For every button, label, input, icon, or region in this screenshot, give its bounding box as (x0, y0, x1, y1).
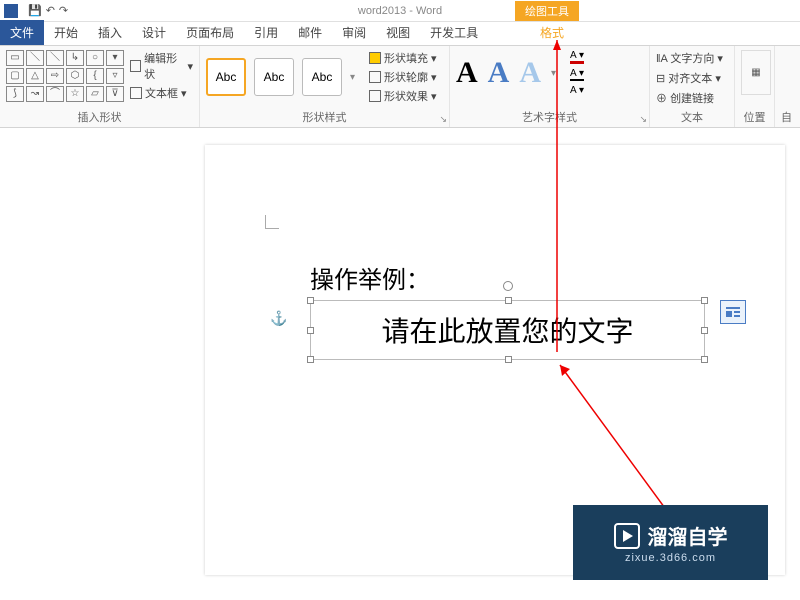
resize-handle-bm[interactable] (505, 356, 512, 363)
shape-brace-icon[interactable]: { (86, 68, 104, 84)
shape-c3-icon[interactable]: ⌒ (46, 86, 64, 102)
wordart-textbox[interactable]: 请在此放置您的文字 (310, 300, 705, 360)
shape-line2-icon[interactable]: ＼ (46, 50, 64, 66)
group-wrap-partial: 自 (775, 46, 789, 127)
group-label-text: 文本 (656, 107, 728, 125)
margin-corner-mark (265, 215, 279, 229)
resize-handle-mr[interactable] (701, 327, 708, 334)
shape-style-preset-1[interactable]: Abc (206, 58, 246, 96)
word-app-icon (4, 4, 18, 18)
shape-conn-icon[interactable]: ↳ (66, 50, 84, 66)
shape-styles-launcher-icon[interactable]: ↘ (439, 114, 447, 125)
tab-references[interactable]: 引用 (244, 20, 288, 45)
group-label-shapes: 插入形状 (6, 107, 193, 125)
tab-mailings[interactable]: 邮件 (288, 20, 332, 45)
wordart-preset-1[interactable]: A (456, 56, 478, 90)
anchor-icon[interactable]: ⚓ (270, 310, 287, 327)
wordart-launcher-icon[interactable]: ↘ (639, 114, 647, 125)
group-wordart-styles: A A A ▾ A ▾ A ▾ A ▾ 艺术字样式 ↘ (450, 46, 650, 127)
rotate-handle[interactable] (503, 281, 513, 291)
shape-effects-button[interactable]: 形状效果 ▾ (369, 88, 437, 104)
text-box-button[interactable]: 文本框 ▾ (130, 85, 193, 101)
resize-handle-bl[interactable] (307, 356, 314, 363)
wordart-preset-2[interactable]: A (488, 56, 510, 90)
text-fill-icon[interactable]: A ▾ (570, 50, 584, 64)
resize-handle-tl[interactable] (307, 297, 314, 304)
shape-outline-button[interactable]: 形状轮廓 ▾ (369, 69, 437, 85)
tab-design[interactable]: 设计 (132, 20, 176, 45)
tab-view[interactable]: 视图 (376, 20, 420, 45)
shape-hex-icon[interactable]: ⬡ (66, 68, 84, 84)
shape-c1-icon[interactable]: ⟆ (6, 86, 24, 102)
tab-developer[interactable]: 开发工具 (420, 20, 488, 45)
undo-icon[interactable]: ↶ (46, 4, 55, 17)
resize-handle-br[interactable] (701, 356, 708, 363)
quick-access-toolbar: 💾 ↶ ↷ (22, 4, 68, 17)
resize-handle-tr[interactable] (701, 297, 708, 304)
wordart-placeholder-text[interactable]: 请在此放置您的文字 (381, 310, 633, 350)
effects-icon (369, 90, 381, 102)
shape-rect-icon[interactable]: ▭ (6, 50, 24, 66)
shapes-gallery[interactable]: ▭ ＼ ＼ ↳ ○ ▾ ▢ △ ⇨ ⬡ { ▿ ⟆ ↝ ⌒ ☆ ▱ ⊽ (6, 50, 124, 102)
shape-arrow2-icon[interactable]: ⇨ (46, 68, 64, 84)
fill-icon (369, 52, 381, 64)
shape-style-preset-2[interactable]: Abc (254, 58, 294, 96)
group-label-position: 位置 (741, 107, 768, 125)
tab-layout[interactable]: 页面布局 (176, 20, 244, 45)
title-bar: 💾 ↶ ↷ word2013 - Word 绘图工具 (0, 0, 800, 22)
tab-home[interactable]: 开始 (44, 20, 88, 45)
group-text: ‖A 文字方向 ▾ ⊟ 对齐文本 ▾ ⊕ 创建链接 文本 (650, 46, 735, 127)
save-icon[interactable]: 💾 (28, 4, 42, 17)
position-button[interactable]: ▦ (741, 50, 771, 95)
group-insert-shapes: ▭ ＼ ＼ ↳ ○ ▾ ▢ △ ⇨ ⬡ { ▿ ⟆ ↝ ⌒ ☆ ▱ ⊽ 编辑形状… (0, 46, 200, 127)
tab-format[interactable]: 格式 (530, 20, 574, 45)
textbox-icon (130, 87, 142, 99)
watermark-banner: 溜溜自学 zixue.3d66.com (573, 505, 768, 580)
ribbon-tabs: 文件 开始 插入 设计 页面布局 引用 邮件 审阅 视图 开发工具 格式 (0, 22, 800, 46)
outline-icon (369, 71, 381, 83)
watermark-brand: 溜溜自学 (648, 521, 728, 550)
shape-rrect-icon[interactable]: ▢ (6, 68, 24, 84)
group-shape-styles: Abc Abc Abc ▾ 形状填充 ▾ 形状轮廓 ▾ 形状效果 ▾ 形状样式 … (200, 46, 450, 127)
shape-more-icon[interactable]: ▾ (106, 50, 124, 66)
ribbon: ▭ ＼ ＼ ↳ ○ ▾ ▢ △ ⇨ ⬡ { ▿ ⟆ ↝ ⌒ ☆ ▱ ⊽ 编辑形状… (0, 46, 800, 128)
shape-oval-icon[interactable]: ○ (86, 50, 104, 66)
tab-insert[interactable]: 插入 (88, 20, 132, 45)
group-position: ▦ 位置 (735, 46, 775, 127)
layout-options-icon[interactable] (720, 300, 746, 324)
tab-review[interactable]: 审阅 (332, 20, 376, 45)
layout-glyph-icon (725, 305, 741, 319)
style-gallery-more-icon[interactable]: ▾ (350, 72, 355, 83)
edit-shape-icon (130, 60, 141, 72)
wordart-preset-3[interactable]: A (519, 56, 541, 90)
shape-expand-icon[interactable]: ⊽ (106, 86, 124, 102)
group-label-shape-styles: 形状样式 (206, 107, 443, 125)
shape-fill-button[interactable]: 形状填充 ▾ (369, 50, 437, 66)
group-label-wordart: 艺术字样式 (456, 107, 643, 125)
play-icon (614, 523, 640, 549)
example-heading[interactable]: 操作举例： (310, 260, 430, 295)
shape-line-icon[interactable]: ＼ (26, 50, 44, 66)
resize-handle-ml[interactable] (307, 327, 314, 334)
tab-file[interactable]: 文件 (0, 20, 44, 45)
wordart-gallery-more-icon[interactable]: ▾ (551, 68, 556, 79)
shape-c5-icon[interactable]: ▱ (86, 86, 104, 102)
shape-style-preset-3[interactable]: Abc (302, 58, 342, 96)
resize-handle-tm[interactable] (505, 297, 512, 304)
shape-c2-icon[interactable]: ↝ (26, 86, 44, 102)
edit-shape-button[interactable]: 编辑形状 ▾ (130, 50, 193, 82)
text-direction-button[interactable]: ‖A 文字方向 ▾ (656, 50, 728, 66)
align-text-button[interactable]: ⊟ 对齐文本 ▾ (656, 70, 728, 86)
shape-c4-icon[interactable]: ☆ (66, 86, 84, 102)
create-link-button[interactable]: ⊕ 创建链接 (656, 90, 728, 106)
redo-icon[interactable]: ↷ (59, 4, 68, 17)
text-outline-icon[interactable]: A ▾ (570, 68, 584, 81)
window-title: word2013 - Word (358, 5, 442, 17)
shape-scroll-icon[interactable]: ▿ (106, 68, 124, 84)
shape-arrow-icon[interactable]: △ (26, 68, 44, 84)
text-effects-icon[interactable]: A ▾ (570, 85, 584, 96)
contextual-tab-label: 绘图工具 (515, 1, 579, 21)
group-label-wrap: 自 (781, 107, 783, 125)
watermark-url: zixue.3d66.com (625, 552, 716, 564)
